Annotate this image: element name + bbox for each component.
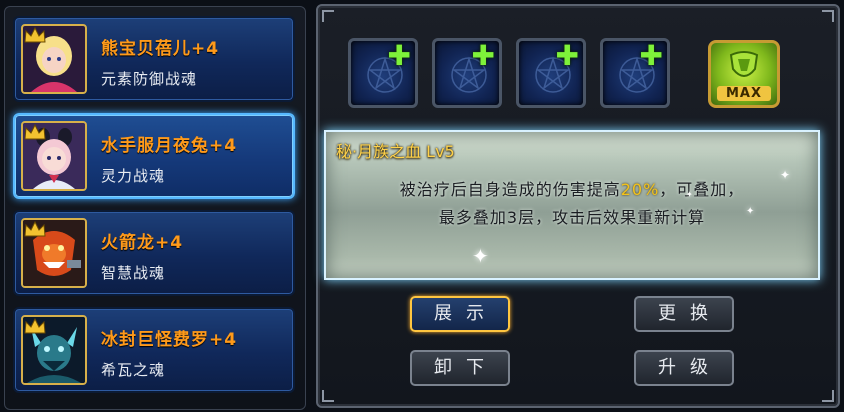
skill-description-banner: 秘·月族之血 Lv5 被治疗后自身造成的伤害提高20%，可叠加， 最多叠加3层，… xyxy=(324,130,820,280)
corner-ornament xyxy=(822,390,834,402)
soul-card-3[interactable]: 火箭龙+4 智慧战魂 xyxy=(13,210,295,296)
crown-icon xyxy=(24,318,46,334)
green-emblem-icon xyxy=(729,51,759,77)
plus-icon: ✚ xyxy=(471,39,495,72)
soul-card-2[interactable]: 水手服月夜兔+4 灵力战魂 xyxy=(13,113,295,199)
skill-desc-text: 被治疗后自身造成的伤害提高 xyxy=(399,180,621,199)
sparkle-icon: ✦ xyxy=(472,244,489,268)
soul-name: 熊宝贝蓓儿+4 xyxy=(101,39,220,59)
rune-slot-1[interactable]: ✚ xyxy=(348,38,418,108)
plus-icon: ✚ xyxy=(387,39,411,72)
plus-icon: ✚ xyxy=(639,39,663,72)
skill-desc-text: ，可叠加， xyxy=(659,180,745,199)
ice-monster-portrait xyxy=(21,315,87,385)
plus-icon: ✚ xyxy=(555,39,579,72)
soul-type: 灵力战魂 xyxy=(101,167,166,185)
soul-name: 火箭龙+4 xyxy=(101,233,184,253)
soul-name: 水手服月夜兔+4 xyxy=(101,136,238,156)
rune-slot-2[interactable]: ✚ xyxy=(432,38,502,108)
soul-type: 元素防御战魂 xyxy=(101,70,198,88)
replace-button[interactable]: 更换 xyxy=(634,296,734,332)
soul-card-1[interactable]: 熊宝贝蓓儿+4 元素防御战魂 xyxy=(13,16,295,102)
skill-desc-highlight: 20% xyxy=(620,180,660,199)
upgrade-button[interactable]: 升级 xyxy=(634,350,734,386)
sparkle-icon: ✦ xyxy=(746,206,755,217)
sparkle-icon: ✦ xyxy=(780,168,791,182)
skill-description: 被治疗后自身造成的伤害提高20%，可叠加， 最多叠加3层，攻击后效果重新计算 xyxy=(326,176,818,232)
crown-icon xyxy=(24,27,46,43)
sparkle-icon: ✦ xyxy=(686,190,693,199)
corner-ornament xyxy=(322,390,334,402)
sailor-bunny-portrait xyxy=(21,121,87,191)
rune-slot-3[interactable]: ✚ xyxy=(516,38,586,108)
corner-ornament xyxy=(322,10,334,22)
rune-slot-4[interactable]: ✚ xyxy=(600,38,670,108)
skill-title: 秘·月族之血 Lv5 xyxy=(336,142,455,161)
soul-type: 希瓦之魂 xyxy=(101,361,166,379)
unequip-button[interactable]: 卸下 xyxy=(410,350,510,386)
crown-icon xyxy=(24,124,46,140)
skill-desc-line-2: 最多叠加3层，攻击后效果重新计算 xyxy=(438,208,706,227)
soul-type: 智慧战魂 xyxy=(101,264,166,282)
crown-icon xyxy=(24,221,46,237)
show-button[interactable]: 展示 xyxy=(410,296,510,332)
soul-card-4[interactable]: 冰封巨怪费罗+4 希瓦之魂 xyxy=(13,307,295,393)
doll-girl-portrait xyxy=(21,24,87,94)
max-label: MAX xyxy=(717,86,771,101)
soul-name: 冰封巨怪费罗+4 xyxy=(101,330,238,350)
rocket-dragon-portrait xyxy=(21,218,87,288)
max-level-badge[interactable]: MAX xyxy=(708,40,780,108)
skill-desc-line-1: 被治疗后自身造成的伤害提高20%，可叠加， xyxy=(326,176,818,204)
corner-ornament xyxy=(822,10,834,22)
